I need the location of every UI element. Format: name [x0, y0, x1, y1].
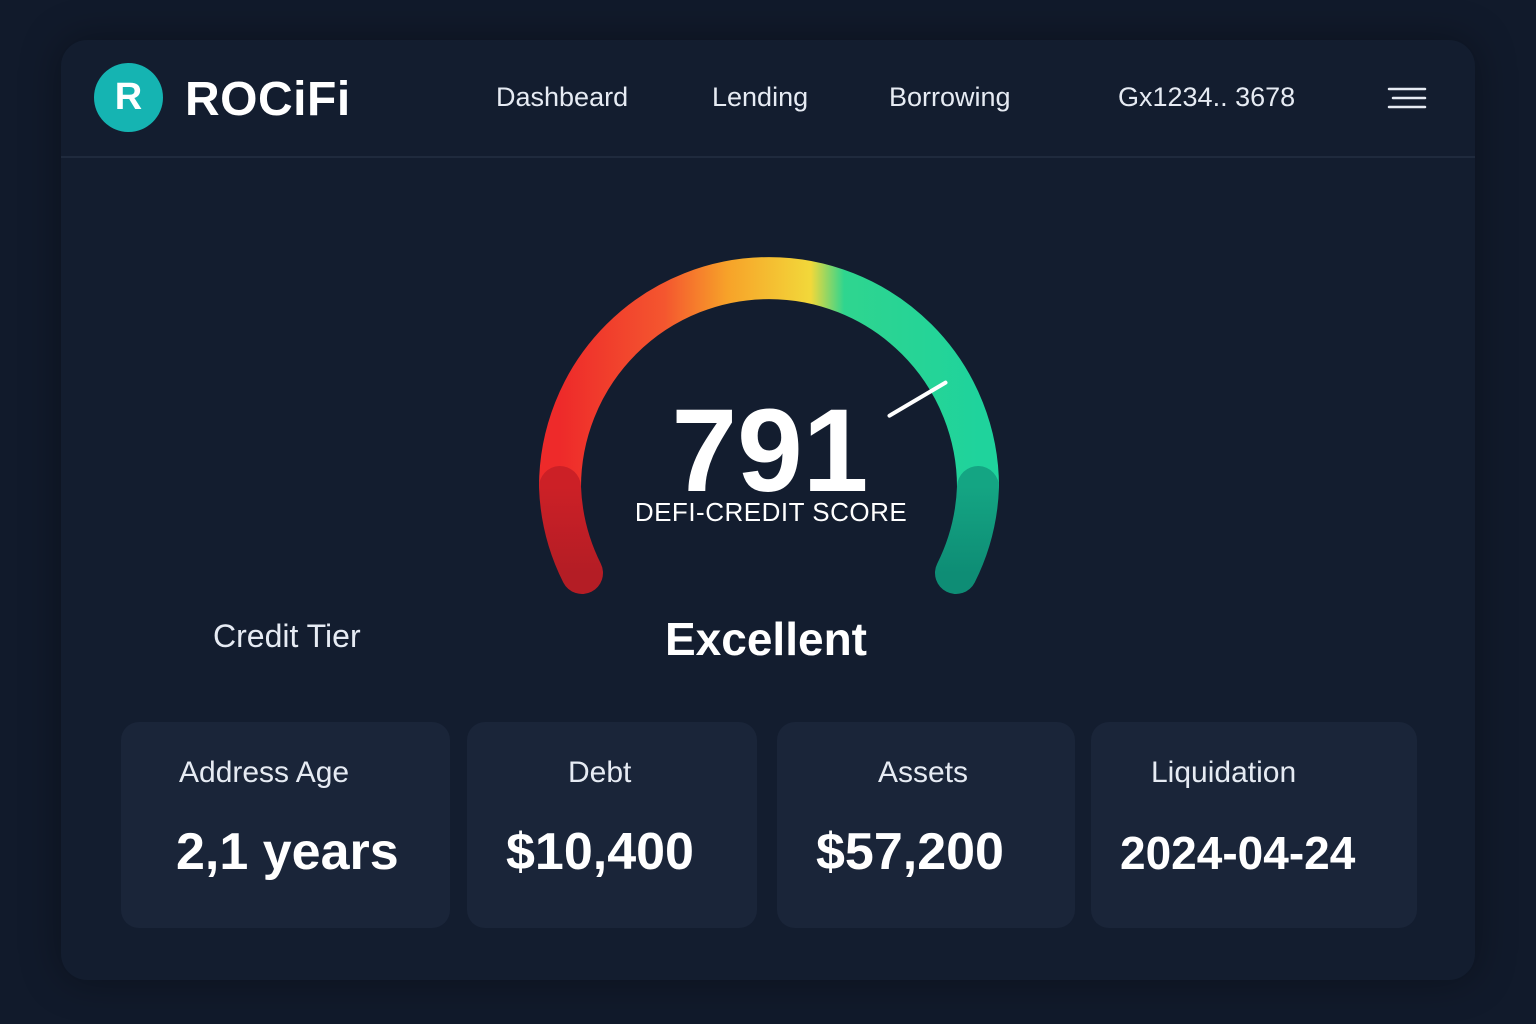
credit-tier-label: Credit Tier	[213, 618, 361, 654]
card-value: 2024-04-24	[1120, 827, 1356, 879]
card-value: $10,400	[506, 823, 694, 881]
assets-card[interactable]: Assets $57,200	[777, 722, 1075, 928]
nav-dashboard[interactable]: Dashbeard	[496, 82, 628, 113]
address-age-card[interactable]: Address Age 2,1 years	[121, 722, 450, 928]
nav-lending[interactable]: Lending	[712, 82, 808, 113]
debt-card[interactable]: Debt $10,400	[467, 722, 757, 928]
logo-letter: R	[114, 76, 143, 118]
wallet-address[interactable]: Gx1234.. 3678	[1118, 82, 1295, 113]
top-nav-bar: R ROCiFi Dashbeard Lending Borrowing Gx1…	[61, 40, 1475, 158]
liquidation-card[interactable]: Liquidation 2024-04-24	[1091, 722, 1417, 928]
rocifi-logo[interactable]: R	[94, 63, 163, 132]
card-label: Address Age	[179, 756, 350, 789]
card-value: 2,1 years	[176, 823, 399, 881]
card-label: Liquidation	[1151, 756, 1297, 789]
credit-score-label: DEFI-CREDIT SCORE	[634, 497, 908, 527]
gauge-arc-right-end	[935, 466, 999, 594]
credit-tier-value: Excellent	[665, 613, 867, 665]
gauge-arc-left-end	[539, 466, 603, 594]
card-label: Debt	[568, 756, 632, 789]
credit-score-value: 791	[671, 385, 869, 517]
card-value: $57,200	[816, 823, 1004, 881]
app-window: R ROCiFi Dashbeard Lending Borrowing Gx1…	[61, 40, 1475, 980]
nav-borrowing[interactable]: Borrowing	[889, 82, 1011, 113]
brand-name[interactable]: ROCiFi	[185, 72, 351, 127]
hamburger-menu-icon[interactable]	[1387, 86, 1427, 110]
card-label: Assets	[878, 756, 969, 789]
